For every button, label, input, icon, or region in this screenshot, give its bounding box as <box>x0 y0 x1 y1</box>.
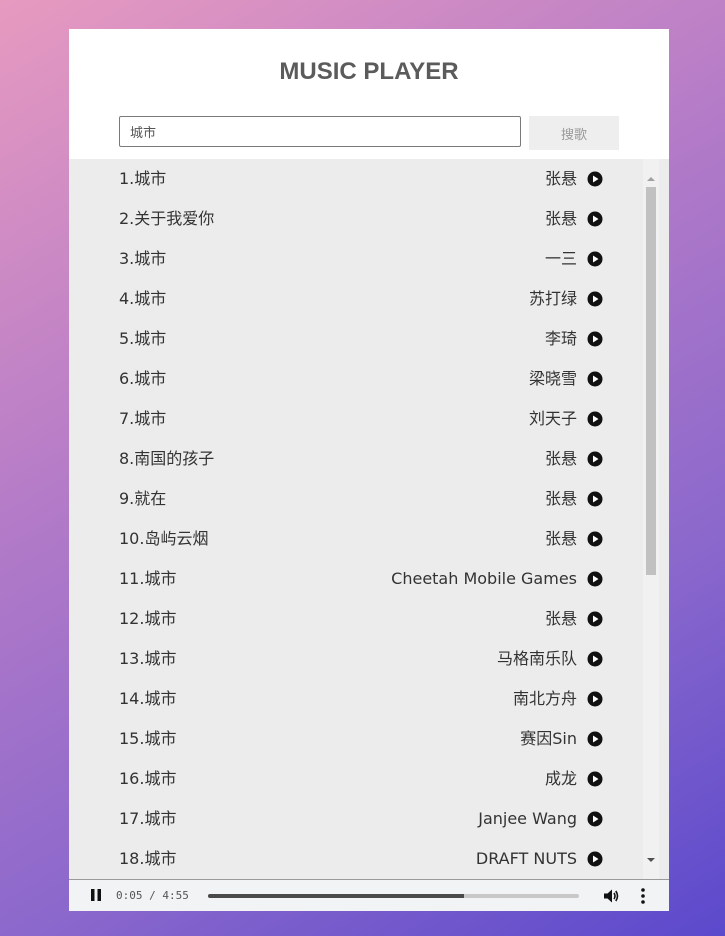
progress-bar[interactable] <box>208 894 579 898</box>
song-row[interactable]: 15.城市 赛因Sin <box>69 719 669 759</box>
song-artist: 张悬 <box>544 449 577 468</box>
song-artist: Cheetah Mobile Games <box>391 569 577 588</box>
play-circle-icon[interactable] <box>587 851 603 867</box>
song-title: 1.城市 <box>119 169 167 188</box>
search-input[interactable] <box>119 116 521 147</box>
play-circle-icon[interactable] <box>587 691 603 707</box>
song-title: 14.城市 <box>119 689 177 708</box>
search-button[interactable]: 搜歌 <box>529 116 619 150</box>
song-artist: 马格南乐队 <box>496 649 577 668</box>
song-title: 18.城市 <box>119 849 177 868</box>
play-circle-icon[interactable] <box>587 531 603 547</box>
play-circle-icon[interactable] <box>587 371 603 387</box>
song-list[interactable]: 18.城市 DRAFT NUTS 17.城市 Janjee Wang 16.城市 成龙 15… <box>69 159 669 879</box>
audio-player: 0:05 / 4:55 <box>69 879 669 911</box>
song-row[interactable]: 12.城市 张悬 <box>69 599 669 639</box>
play-circle-icon[interactable] <box>587 491 603 507</box>
play-circle-icon[interactable] <box>587 731 603 747</box>
page-title: MUSIC PLAYER <box>279 58 459 85</box>
song-row[interactable]: 5.城市 李琦 <box>69 319 669 359</box>
song-title: 5.城市 <box>119 329 167 348</box>
song-title: 8.南国的孩子 <box>119 449 215 468</box>
song-row[interactable]: 17.城市 Janjee Wang <box>69 799 669 839</box>
song-artist: 成龙 <box>544 769 577 788</box>
song-row[interactable]: 4.城市 苏打绿 <box>69 279 669 319</box>
song-title: 2.关于我爱你 <box>119 209 215 228</box>
song-artist: 刘天子 <box>528 409 577 428</box>
song-title: 11.城市 <box>119 569 177 588</box>
song-row[interactable]: 3.城市 一三 <box>69 239 669 279</box>
song-title: 15.城市 <box>119 729 177 748</box>
song-title: 3.城市 <box>119 249 167 268</box>
song-title: 9.就在 <box>119 489 167 508</box>
song-artist: 张悬 <box>544 609 577 628</box>
play-circle-icon[interactable] <box>587 171 603 187</box>
song-row[interactable]: 8.南国的孩子 张悬 <box>69 439 669 479</box>
song-row[interactable]: 18.城市 DRAFT NUTS <box>69 839 669 879</box>
pause-icon[interactable] <box>89 888 103 902</box>
song-title: 12.城市 <box>119 609 177 628</box>
song-row[interactable]: 2.关于我爱你 张悬 <box>69 199 669 239</box>
play-circle-icon[interactable] <box>587 651 603 667</box>
song-row[interactable]: 10.岛屿云烟 张悬 <box>69 519 669 559</box>
song-row[interactable]: 9.就在 张悬 <box>69 479 669 519</box>
play-circle-icon[interactable] <box>587 411 603 427</box>
song-artist: 苏打绿 <box>528 289 577 308</box>
song-artist: 一三 <box>544 249 577 268</box>
song-row[interactable]: 13.城市 马格南乐队 <box>69 639 669 679</box>
scroll-down-arrow[interactable] <box>647 858 655 862</box>
playback-time: 0:05 / 4:55 <box>116 889 189 902</box>
play-circle-icon[interactable] <box>587 771 603 787</box>
song-artist: 李琦 <box>544 329 577 348</box>
song-artist: Janjee Wang <box>478 809 577 828</box>
song-title: 4.城市 <box>119 289 167 308</box>
song-title: 7.城市 <box>119 409 167 428</box>
song-artist: 张悬 <box>544 529 577 548</box>
music-player-panel: MUSIC PLAYER 搜歌 18.城市 DRAFT NUTS 17.城市 Janj… <box>69 29 669 911</box>
song-artist: 张悬 <box>544 489 577 508</box>
play-circle-icon[interactable] <box>587 451 603 467</box>
progress-fill <box>208 894 464 898</box>
play-circle-icon[interactable] <box>587 571 603 587</box>
song-title: 6.城市 <box>119 369 167 388</box>
song-artist: 南北方舟 <box>512 689 577 708</box>
play-circle-icon[interactable] <box>587 811 603 827</box>
song-artist: DRAFT NUTS <box>475 849 577 868</box>
song-title: 10.岛屿云烟 <box>119 529 209 548</box>
song-title: 17.城市 <box>119 809 177 828</box>
song-artist: 张悬 <box>544 169 577 188</box>
play-circle-icon[interactable] <box>587 211 603 227</box>
song-row[interactable]: 11.城市 Cheetah Mobile Games <box>69 559 669 599</box>
song-title: 16.城市 <box>119 769 177 788</box>
song-row[interactable]: 14.城市 南北方舟 <box>69 679 669 719</box>
scroll-up-arrow[interactable] <box>647 177 655 181</box>
song-artist: 梁晓雪 <box>528 369 577 388</box>
song-row[interactable]: 16.城市 成龙 <box>69 759 669 799</box>
song-artist: 赛因Sin <box>520 729 577 748</box>
song-row[interactable]: 7.城市 刘天子 <box>69 399 669 439</box>
volume-icon[interactable] <box>602 887 620 905</box>
play-circle-icon[interactable] <box>587 251 603 267</box>
play-circle-icon[interactable] <box>587 611 603 627</box>
play-circle-icon[interactable] <box>587 331 603 347</box>
more-vertical-icon[interactable] <box>639 887 647 905</box>
song-title: 13.城市 <box>119 649 177 668</box>
song-row[interactable]: 1.城市 张悬 <box>69 159 669 199</box>
song-artist: 张悬 <box>544 209 577 228</box>
play-circle-icon[interactable] <box>587 291 603 307</box>
scrollbar-thumb[interactable] <box>646 187 656 575</box>
song-row[interactable]: 6.城市 梁晓雪 <box>69 359 669 399</box>
scrollbar[interactable] <box>643 159 659 879</box>
